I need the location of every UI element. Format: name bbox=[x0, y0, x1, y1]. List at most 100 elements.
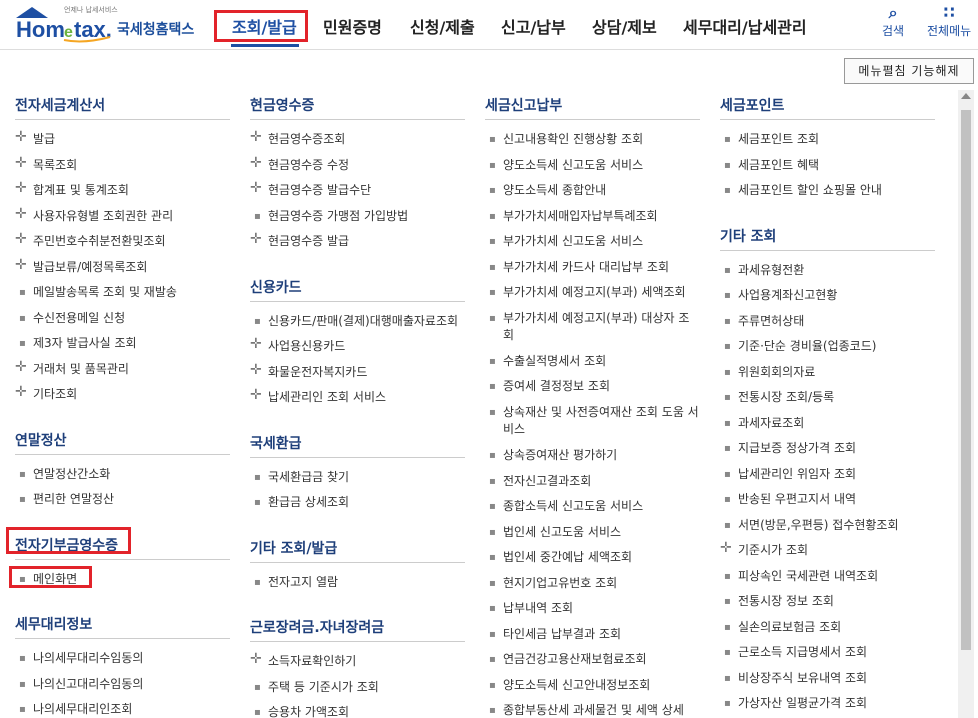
menu-item[interactable]: ▪ 수출실적명세서 조회 bbox=[485, 350, 700, 376]
menu-item[interactable]: ✛ 주민번호수취분전환및조회 bbox=[15, 230, 230, 256]
menu-item[interactable]: ✛ 소득자료확인하기 bbox=[250, 650, 465, 676]
menu-item[interactable]: ▪ 기준·단순 경비율(업종코드) bbox=[720, 335, 935, 361]
all-menu-button[interactable]: ∷ 전체메뉴 bbox=[927, 4, 971, 39]
menu-item[interactable]: ▪ 연말정산간소화 bbox=[15, 463, 230, 489]
menu-item[interactable]: ▪ 신고내용확인 진행상황 조회 bbox=[485, 128, 700, 154]
menu-item[interactable]: ▪ 국세환급금 찾기 bbox=[250, 466, 465, 492]
search-button[interactable]: ⌕ 검색 bbox=[882, 4, 904, 39]
menu-item[interactable]: ▪ 메인화면 bbox=[15, 568, 230, 594]
menu-item[interactable]: ✛ 합계표 및 통계조회 bbox=[15, 179, 230, 205]
menu-item[interactable]: ▪ 근로소득 지급명세서 조회 bbox=[720, 641, 935, 667]
menu-item[interactable]: ▪ 전자신고결과조회 bbox=[485, 470, 700, 496]
section-title[interactable]: 기타 조회 bbox=[720, 223, 935, 251]
menu-item[interactable]: ▪ 양도소득세 신고안내정보조회 bbox=[485, 674, 700, 700]
menu-item[interactable]: ▪ 제3자 발급사실 조회 bbox=[15, 332, 230, 358]
menu-item[interactable]: ▪ 승용차 가액조회 bbox=[250, 701, 465, 718]
menu-item[interactable]: ▪ 전통시장 조회/등록 bbox=[720, 386, 935, 412]
section-title[interactable]: 연말정산 bbox=[15, 427, 230, 455]
menu-item[interactable]: ✛ 사업용신용카드 bbox=[250, 335, 465, 361]
menu-item[interactable]: ▪ 지급보증 정상가격 조회 bbox=[720, 437, 935, 463]
section-title[interactable]: 신용카드 bbox=[250, 274, 465, 302]
section-title[interactable]: 전자기부금영수증 bbox=[15, 532, 230, 560]
menu-item[interactable]: ▪ 연금건강고용산재보험료조회 bbox=[485, 648, 700, 674]
menu-item[interactable]: ✛ 기준시가 조회 bbox=[720, 539, 935, 565]
menu-item[interactable]: ▪ 가상자산 일평균가격 조회 bbox=[720, 692, 935, 718]
vertical-scrollbar[interactable] bbox=[958, 90, 974, 718]
section-title[interactable]: 기타 조회/발급 bbox=[250, 535, 465, 563]
menu-item[interactable]: ▪ 전자고지 열람 bbox=[250, 571, 465, 597]
menu-item[interactable]: ▪ 부가가치세 예정고지(부과) 세액조회 bbox=[485, 281, 700, 307]
menu-item[interactable]: ▪ 증여세 결정정보 조회 bbox=[485, 375, 700, 401]
menu-item[interactable]: ▪ 비상장주식 보유내역 조회 bbox=[720, 667, 935, 693]
menu-item[interactable]: ▪ 피상속인 국세관련 내역조회 bbox=[720, 565, 935, 591]
menu-item[interactable]: ▪ 주류면허상태 bbox=[720, 310, 935, 336]
menu-item[interactable]: ▪ 양도소득세 종합안내 bbox=[485, 179, 700, 205]
menu-item[interactable]: ▪ 법인세 신고도움 서비스 bbox=[485, 521, 700, 547]
section-title[interactable]: 세금포인트 bbox=[720, 92, 935, 120]
gnb-consult-report[interactable]: 상담/제보 bbox=[592, 14, 657, 38]
menu-item[interactable]: ✛ 화물운전자복지카드 bbox=[250, 361, 465, 387]
menu-item[interactable]: ▪ 수신전용메일 신청 bbox=[15, 307, 230, 333]
menu-item[interactable]: ▪ 부가가치세 신고도움 서비스 bbox=[485, 230, 700, 256]
menu-item[interactable]: ✛ 납세관리인 조회 서비스 bbox=[250, 386, 465, 412]
menu-item[interactable]: ▪ 나의세무대리수임동의 bbox=[15, 647, 230, 673]
section-title[interactable]: 세무대리정보 bbox=[15, 611, 230, 639]
menu-item[interactable]: ✛ 현금영수증 발급 bbox=[250, 230, 465, 256]
menu-item[interactable]: ✛ 목록조회 bbox=[15, 154, 230, 180]
hometax-logo[interactable]: Hom e tax. 언제나 납세서비스 국세청홈택스 bbox=[14, 4, 204, 44]
menu-item[interactable]: ▪ 종합부동산세 과세물건 및 세액 상세 bbox=[485, 699, 700, 718]
menu-item[interactable]: ▪ 과세유형전환 bbox=[720, 259, 935, 285]
menu-item[interactable]: ✛ 현금영수증조회 bbox=[250, 128, 465, 154]
menu-item[interactable]: ▪ 세금포인트 혜택 bbox=[720, 154, 935, 180]
scroll-up-arrow-icon[interactable] bbox=[961, 93, 971, 99]
menu-item[interactable]: ▪ 납부내역 조회 bbox=[485, 597, 700, 623]
menu-item[interactable]: ▪ 나의세무대리인조회 bbox=[15, 698, 230, 718]
menu-item[interactable]: ▪ 납세관리인 위임자 조회 bbox=[720, 463, 935, 489]
menu-item[interactable]: ▪ 부가가치세 카드사 대리납부 조회 bbox=[485, 256, 700, 282]
gnb-report-pay[interactable]: 신고/납부 bbox=[501, 14, 566, 38]
menu-item[interactable]: ▪ 신용카드/판매(결제)대행매출자료조회 bbox=[250, 310, 465, 336]
menu-item[interactable]: ▪ 서면(방문,우편등) 접수현황조회 bbox=[720, 514, 935, 540]
menu-item[interactable]: ▪ 과세자료조회 bbox=[720, 412, 935, 438]
menu-item[interactable]: ✛ 현금영수증 수정 bbox=[250, 154, 465, 180]
menu-item[interactable]: ✛ 거래처 및 품목관리 bbox=[15, 358, 230, 384]
menu-expand-disable-button[interactable]: 메뉴펼침 기능해제 bbox=[844, 58, 974, 84]
menu-item[interactable]: ▪ 메일발송목록 조회 및 재발송 bbox=[15, 281, 230, 307]
menu-item[interactable]: ▪ 실손의료보험금 조회 bbox=[720, 616, 935, 642]
menu-item[interactable]: ▪ 반송된 우편고지서 내역 bbox=[720, 488, 935, 514]
menu-item[interactable]: ▪ 부가가치세 예정고지(부과) 대상자 조회 bbox=[485, 307, 700, 350]
menu-item[interactable]: ▪ 세금포인트 조회 bbox=[720, 128, 935, 154]
menu-item[interactable]: ✛ 발급보류/예정목록조회 bbox=[15, 256, 230, 282]
menu-item[interactable]: ▪ 부가가치세매입자납부특례조회 bbox=[485, 205, 700, 231]
section-title[interactable]: 국세환급 bbox=[250, 430, 465, 458]
menu-item[interactable]: ✛ 사용자유형별 조회권한 관리 bbox=[15, 205, 230, 231]
menu-item[interactable]: ✛ 기타조회 bbox=[15, 383, 230, 409]
menu-item[interactable]: ▪ 나의신고대리수임동의 bbox=[15, 673, 230, 699]
section-title[interactable]: 전자세금계산서 bbox=[15, 92, 230, 120]
menu-item[interactable]: ▪ 현금영수증 가맹점 가입방법 bbox=[250, 205, 465, 231]
menu-item[interactable]: ▪ 편리한 연말정산 bbox=[15, 488, 230, 514]
gnb-lookup-issue[interactable]: 조회/발급 bbox=[232, 14, 297, 38]
section-title[interactable]: 세금신고납부 bbox=[485, 92, 700, 120]
section-title[interactable]: 현금영수증 bbox=[250, 92, 465, 120]
menu-item[interactable]: ▪ 환급금 상세조회 bbox=[250, 491, 465, 517]
menu-item[interactable]: ▪ 종합소득세 신고도움 서비스 bbox=[485, 495, 700, 521]
menu-item[interactable]: ▪ 위원회회의자료 bbox=[720, 361, 935, 387]
menu-item[interactable]: ▪ 타인세금 납부결과 조회 bbox=[485, 623, 700, 649]
menu-item[interactable]: ▪ 사업용계좌신고현황 bbox=[720, 284, 935, 310]
gnb-civil-certificate[interactable]: 민원증명 bbox=[323, 14, 382, 38]
menu-item[interactable]: ✛ 현금영수증 발급수단 bbox=[250, 179, 465, 205]
menu-item[interactable]: ✛ 발급 bbox=[15, 128, 230, 154]
menu-item[interactable]: ▪ 양도소득세 신고도움 서비스 bbox=[485, 154, 700, 180]
section-title[interactable]: 근로장려금.자녀장려금 bbox=[250, 614, 465, 642]
menu-item[interactable]: ▪ 현지기업고유번호 조회 bbox=[485, 572, 700, 598]
menu-item[interactable]: ▪ 주택 등 기준시가 조회 bbox=[250, 676, 465, 702]
menu-item[interactable]: ▪ 세금포인트 할인 쇼핑몰 안내 bbox=[720, 179, 935, 205]
menu-item[interactable]: ▪ 전통시장 정보 조회 bbox=[720, 590, 935, 616]
scrollbar-thumb[interactable] bbox=[961, 110, 971, 650]
menu-item[interactable]: ▪ 상속증여재산 평가하기 bbox=[485, 444, 700, 470]
gnb-tax-agent[interactable]: 세무대리/납세관리 bbox=[683, 14, 807, 38]
menu-item[interactable]: ▪ 법인세 중간예납 세액조회 bbox=[485, 546, 700, 572]
menu-item[interactable]: ▪ 상속재산 및 사전증여재산 조회 도움 서비스 bbox=[485, 401, 700, 444]
gnb-apply-submit[interactable]: 신청/제출 bbox=[410, 14, 475, 38]
